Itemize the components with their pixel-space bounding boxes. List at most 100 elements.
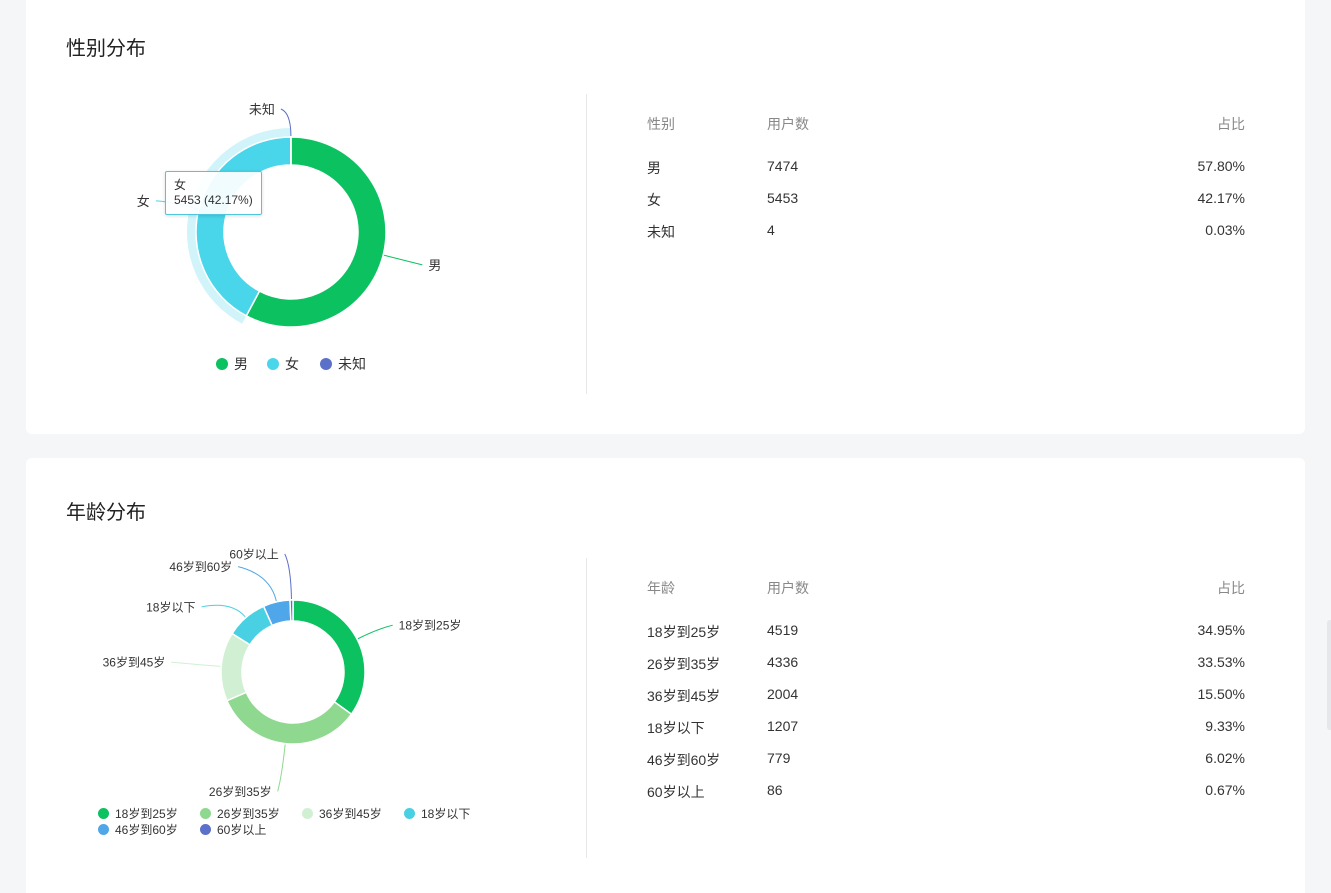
table-cell: 18岁到25岁	[647, 624, 721, 640]
table-cell: 86	[767, 782, 783, 798]
legend-item[interactable]: 60岁以上	[200, 821, 266, 838]
gender-card: 性别分布 男女未知 女 5453 (42.17%) 男女未知 性别 用户数 占比男 7…	[26, 0, 1305, 434]
slice[interactable]	[289, 599, 294, 622]
legend-item[interactable]: 18岁到25岁	[98, 805, 178, 822]
legend-marker	[98, 808, 109, 819]
table-cell: 60岁以上	[647, 784, 705, 800]
slice[interactable]	[225, 691, 353, 745]
table-cell: 0.03%	[1205, 222, 1245, 238]
legend-label: 60岁以上	[217, 823, 267, 837]
legend-label: 未知	[338, 356, 366, 372]
table-row: 女 5453 42.17%	[647, 190, 1245, 222]
table-header-cell: 性别	[647, 116, 675, 132]
label-line	[201, 604, 246, 618]
slice-label: 26岁到35岁	[209, 784, 272, 799]
table-header-cell: 年龄	[647, 580, 675, 596]
label-line	[284, 553, 292, 600]
table-cell: 4	[767, 222, 775, 238]
age-table: 年龄 用户数 占比 18岁到25岁 4519 34.95% 26岁到35岁 4336 33.53…	[647, 578, 1245, 814]
table-cell: 36岁到45岁	[647, 688, 721, 704]
gender-donut-chart[interactable]: 男女未知	[26, 0, 586, 434]
label-line	[277, 744, 286, 792]
slice[interactable]	[220, 632, 251, 702]
table-row: 未知 4 0.03%	[647, 222, 1245, 254]
table-cell: 6.02%	[1205, 750, 1245, 766]
table-header: 性别 用户数 占比	[647, 114, 1245, 158]
table-header-cell: 用户数	[767, 580, 809, 596]
side-scroll-tab[interactable]	[1327, 620, 1331, 730]
legend-label: 18岁到25岁	[115, 807, 178, 821]
label-line	[384, 254, 423, 266]
table-cell: 2004	[767, 686, 799, 702]
table-cell: 男	[647, 160, 661, 176]
tooltip-name: 女	[174, 178, 187, 192]
table-cell: 女	[647, 192, 661, 208]
table-row: 18岁以下 1207 9.33%	[647, 718, 1245, 750]
table-cell: 42.17%	[1197, 190, 1245, 206]
legend-marker	[404, 808, 415, 819]
legend-marker	[302, 808, 313, 819]
table-cell: 7474	[767, 158, 799, 174]
slice-label: 未知	[249, 102, 275, 117]
table-cell: 未知	[647, 224, 675, 240]
slice-label: 男	[428, 258, 441, 273]
table-cell: 1207	[767, 718, 799, 734]
legend-marker	[98, 824, 109, 835]
table-cell: 57.80%	[1197, 158, 1245, 174]
tooltip-value: 5453 (42.17%)	[174, 193, 253, 207]
divider	[586, 94, 587, 394]
slice-label: 18岁到25岁	[399, 618, 462, 633]
table-row: 36岁到45岁 2004 15.50%	[647, 686, 1245, 718]
gender-table: 性别 用户数 占比男 7474 57.80% 女 5453 42.17% 未知 4 0.03%	[647, 114, 1245, 254]
table-row: 60岁以上 86 0.67%	[647, 782, 1245, 814]
legend-marker	[216, 358, 228, 370]
table-cell: 18岁以下	[647, 720, 705, 736]
legend-label: 女	[285, 356, 299, 372]
legend-item[interactable]: 未知	[320, 354, 366, 374]
table-cell: 34.95%	[1197, 622, 1245, 638]
legend-marker	[200, 808, 211, 819]
legend-marker	[200, 824, 211, 835]
divider	[586, 558, 587, 858]
chart-tooltip: 女 5453 (42.17%)	[165, 171, 262, 215]
legend-label: 46岁到60岁	[115, 823, 178, 837]
legend-marker	[267, 358, 279, 370]
slice-label: 36岁到45岁	[103, 655, 166, 670]
table-cell: 26岁到35岁	[647, 656, 721, 672]
table-row: 18岁到25岁 4519 34.95%	[647, 622, 1245, 654]
legend-label: 26岁到35岁	[217, 807, 280, 821]
table-header: 年龄 用户数 占比	[647, 578, 1245, 622]
slice-label: 46岁到60岁	[169, 559, 232, 574]
table-cell: 33.53%	[1197, 654, 1245, 670]
table-cell: 9.33%	[1205, 718, 1245, 734]
legend-item[interactable]: 男	[216, 354, 248, 374]
slice-label: 18岁以下	[146, 599, 195, 614]
legend-item[interactable]: 女	[267, 354, 299, 374]
legend-label: 18岁以下	[421, 807, 471, 821]
table-cell: 5453	[767, 190, 799, 206]
table-cell: 46岁到60岁	[647, 752, 721, 768]
table-header-cell: 占比	[1217, 116, 1245, 132]
legend-label: 男	[234, 356, 248, 372]
table-header-cell: 用户数	[767, 116, 809, 132]
legend-item[interactable]: 46岁到60岁	[98, 821, 178, 838]
legend-item[interactable]: 36岁到45岁	[302, 805, 382, 822]
legend-marker	[320, 358, 332, 370]
table-row: 男 7474 57.80%	[647, 158, 1245, 190]
legend-item[interactable]: 18岁以下	[404, 805, 470, 822]
table-cell: 4519	[767, 622, 799, 638]
age-card: 年龄分布 18岁到25岁 26岁到35岁 36岁到45岁 18岁以下 46岁到60岁 60…	[26, 458, 1305, 893]
legend-item[interactable]: 26岁到35岁	[200, 805, 280, 822]
table-row: 46岁到60岁 779 6.02%	[647, 750, 1245, 782]
table-row: 26岁到35岁 4336 33.53%	[647, 654, 1245, 686]
label-line	[171, 661, 221, 667]
slice-label: 女	[137, 194, 150, 209]
legend-label: 36岁到45岁	[319, 807, 382, 821]
slice-label: 60岁以上	[229, 547, 278, 562]
label-line	[357, 624, 393, 640]
slice[interactable]	[292, 599, 366, 716]
table-cell: 4336	[767, 654, 799, 670]
table-cell: 0.67%	[1205, 782, 1245, 798]
label-line	[237, 566, 277, 602]
table-cell: 15.50%	[1197, 686, 1245, 702]
